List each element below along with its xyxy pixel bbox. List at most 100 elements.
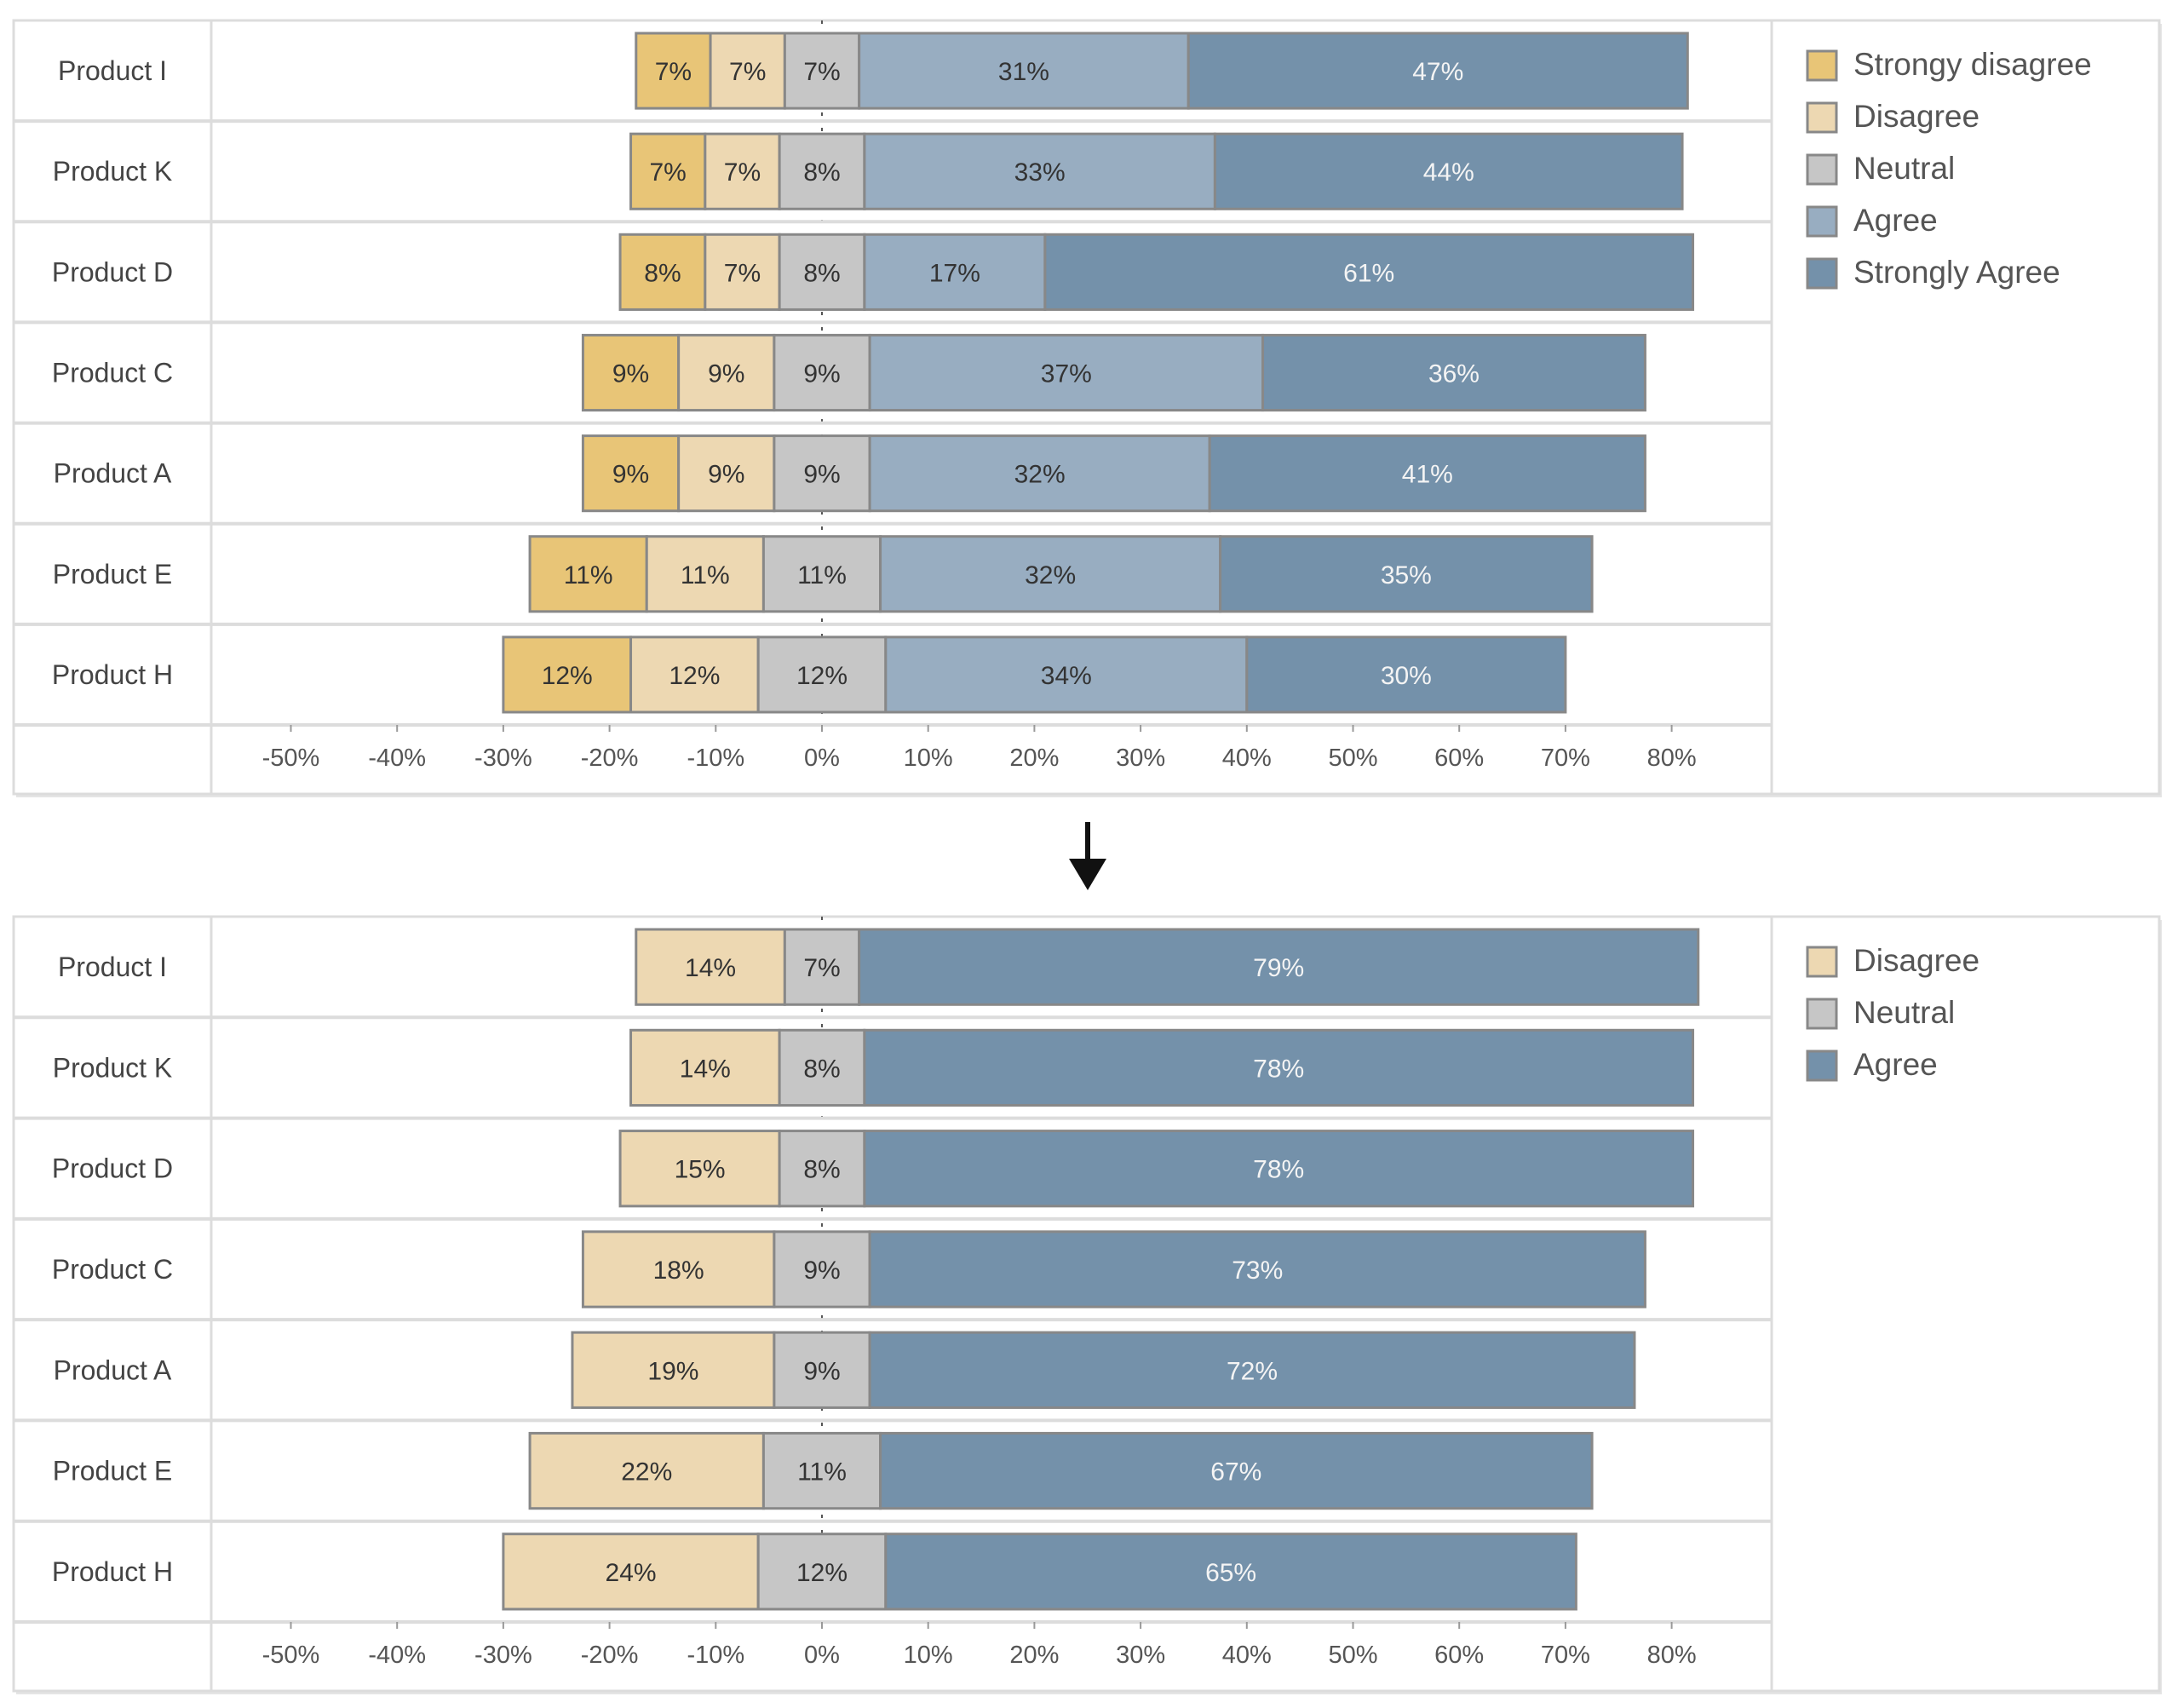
x-tick-label: 50% xyxy=(1328,745,1377,772)
data-label: 9% xyxy=(803,461,840,489)
data-label: 67% xyxy=(1210,1458,1261,1487)
bar-product-i: 14% 7% 79% xyxy=(635,928,1700,1006)
x-tick-label: 60% xyxy=(1434,1642,1484,1669)
data-label: 11% xyxy=(681,561,730,589)
data-label: 37% xyxy=(1041,360,1092,388)
category-label: Product D xyxy=(52,256,173,287)
category-label: Product D xyxy=(52,1153,173,1184)
data-label: 12% xyxy=(669,662,720,690)
legend-label: Disagree xyxy=(1853,943,1980,978)
data-label: 35% xyxy=(1381,561,1432,589)
x-tick-label: 80% xyxy=(1647,1642,1697,1669)
legend-swatch xyxy=(1806,153,1838,186)
bar-product-i: 7% 7% 7% 31% 47% xyxy=(635,32,1689,110)
x-tick-label: 70% xyxy=(1541,745,1590,772)
data-label: 9% xyxy=(708,461,744,489)
legend-label: Neutral xyxy=(1853,151,1955,186)
data-label: 65% xyxy=(1205,1559,1256,1587)
chart-panel-2: Product I 14% 7% 79% Product K 14% 8% 78% Produc… xyxy=(12,915,2162,1694)
bar-product-e: 11% 11% 11% 32% 35% xyxy=(528,535,1594,613)
data-label: 33% xyxy=(1014,158,1066,187)
legend-label: Agree xyxy=(1853,1047,1938,1082)
bar-product-h: 24% 12% 65% xyxy=(502,1533,1577,1611)
x-tick-label: -30% xyxy=(474,745,532,772)
data-label: 7% xyxy=(803,58,840,86)
data-label: 44% xyxy=(1423,158,1474,187)
data-label: 47% xyxy=(1412,58,1463,86)
category-label: Product C xyxy=(52,358,173,388)
data-label: 9% xyxy=(803,1357,840,1385)
data-label: 7% xyxy=(724,158,761,187)
data-label: 9% xyxy=(612,360,649,388)
category-label: Product H xyxy=(52,1556,173,1587)
x-tick-label: -20% xyxy=(581,745,639,772)
bar-product-c: 18% 9% 73% xyxy=(581,1230,1646,1308)
data-label: 9% xyxy=(612,461,649,489)
data-label: 11% xyxy=(797,561,847,589)
data-label: 24% xyxy=(606,1559,657,1587)
data-label: 11% xyxy=(797,1458,847,1487)
data-label: 12% xyxy=(796,662,848,690)
x-tick-label: 70% xyxy=(1541,1642,1590,1669)
x-tick-label: -40% xyxy=(368,1642,426,1669)
data-label: 9% xyxy=(708,360,744,388)
data-label: 8% xyxy=(803,1156,840,1184)
data-label: 32% xyxy=(1014,461,1066,489)
data-label: 22% xyxy=(621,1458,672,1487)
category-label: Product A xyxy=(54,1354,172,1385)
data-label: 73% xyxy=(1232,1257,1283,1285)
legend-swatch xyxy=(1806,946,1838,978)
x-tick-label: 50% xyxy=(1328,1642,1377,1669)
legend-swatch xyxy=(1806,49,1838,82)
data-label: 18% xyxy=(653,1257,704,1285)
legend-swatch xyxy=(1806,101,1838,134)
bar-product-k: 14% 8% 78% xyxy=(629,1028,1695,1107)
data-label: 7% xyxy=(650,158,687,187)
data-label: 7% xyxy=(729,58,766,86)
data-label: 34% xyxy=(1041,662,1092,690)
legend-label: Strongy disagree xyxy=(1853,47,2092,82)
data-label: 32% xyxy=(1025,561,1076,589)
data-label: 17% xyxy=(929,259,980,287)
data-label: 7% xyxy=(724,259,761,287)
bar-product-c: 9% 9% 9% 37% 36% xyxy=(581,333,1646,412)
legend-swatch xyxy=(1806,205,1838,238)
x-tick-label: -10% xyxy=(687,1642,744,1669)
category-label: Product A xyxy=(54,458,172,489)
category-label: Product E xyxy=(53,1456,173,1487)
bar-product-k: 7% 7% 8% 33% 44% xyxy=(629,132,1684,210)
chart-panel-1: Product I 7% 7% 7% 31% 47% Product K 7% 7% 8% 33% 4… xyxy=(12,19,2162,797)
category-label: Product I xyxy=(58,952,167,982)
data-label: 19% xyxy=(647,1357,698,1385)
x-tick-label: 60% xyxy=(1434,745,1484,772)
data-label: 15% xyxy=(675,1156,726,1184)
chart-canvas: Product I 7% 7% 7% 31% 47% Product K 7% 7% 8% 33% 4… xyxy=(12,19,2162,1694)
data-label: 12% xyxy=(796,1559,848,1587)
bar-product-d: 15% 8% 78% xyxy=(618,1130,1695,1208)
bar-product-a: 19% 9% 72% xyxy=(571,1331,1636,1409)
legend-swatch xyxy=(1806,257,1838,290)
data-label: 79% xyxy=(1253,954,1304,982)
x-tick-label: 30% xyxy=(1116,1642,1165,1669)
bar-product-h: 12% 12% 12% 34% 30% xyxy=(502,635,1567,714)
category-label: Product I xyxy=(58,55,167,86)
data-label: 78% xyxy=(1253,1156,1304,1184)
data-label: 14% xyxy=(685,954,736,982)
x-tick-label: -50% xyxy=(262,745,320,772)
data-label: 11% xyxy=(564,561,613,589)
category-label: Product K xyxy=(53,1052,173,1083)
x-tick-label: 80% xyxy=(1647,745,1697,772)
data-label: 30% xyxy=(1381,662,1432,690)
x-tick-label: -40% xyxy=(368,745,426,772)
data-label: 8% xyxy=(803,259,840,287)
data-label: 8% xyxy=(803,1055,840,1083)
x-tick-label: 20% xyxy=(1009,745,1059,772)
bar-product-a: 9% 9% 9% 32% 41% xyxy=(581,434,1646,513)
data-label: 31% xyxy=(998,58,1049,86)
x-tick-label: 10% xyxy=(904,1642,953,1669)
x-tick-label: -50% xyxy=(262,1642,320,1669)
x-tick-label: -30% xyxy=(474,1642,532,1669)
x-tick-label: 0% xyxy=(804,1642,840,1669)
data-label: 72% xyxy=(1227,1357,1278,1385)
bar-product-e: 22% 11% 67% xyxy=(528,1431,1594,1510)
